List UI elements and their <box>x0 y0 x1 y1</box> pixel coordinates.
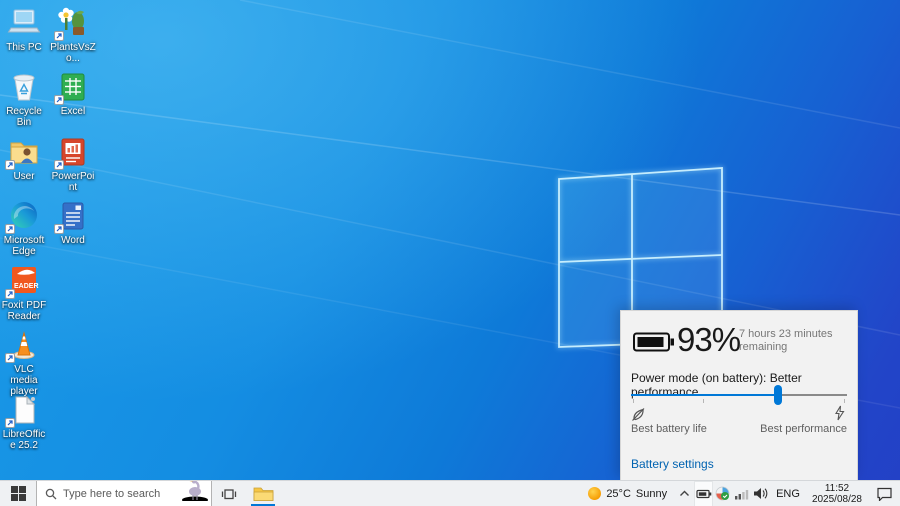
taskbar-search-box[interactable] <box>36 481 212 506</box>
desktop-icon-label: LibreOffice 25.2 <box>0 429 48 451</box>
shortcut-arrow-icon <box>54 95 64 105</box>
desktop-icon-excel[interactable]: Excel <box>49 70 97 117</box>
clock-date: 2025/08/28 <box>812 494 862 505</box>
desktop-icon-libreoffice[interactable]: LibreOffice 25.2 <box>0 393 48 451</box>
search-bird-graphic <box>181 481 209 506</box>
power-slider-handle[interactable] <box>774 385 782 405</box>
power-slider-fill <box>631 394 778 396</box>
task-view-icon <box>221 487 237 501</box>
desktop-icon-vlc[interactable]: VLC media player <box>0 328 48 397</box>
shortcut-arrow-icon <box>5 289 15 299</box>
network-icon <box>734 488 749 500</box>
this-pc-icon <box>7 6 41 40</box>
lightning-icon <box>834 405 845 424</box>
chevron-up-icon <box>679 490 690 497</box>
weather-condition: Sunny <box>636 488 667 500</box>
security-tray-button[interactable] <box>713 481 732 506</box>
desktop-icon-label: PowerPoint <box>49 171 97 193</box>
desktop: This PC PlantsVsZo... Recycle Bin Ex <box>0 0 900 506</box>
desktop-icon-label: User <box>0 171 48 182</box>
security-shield-icon <box>715 486 730 501</box>
desktop-icon-recycle-bin[interactable]: Recycle Bin <box>0 70 48 128</box>
file-explorer-icon <box>253 485 274 502</box>
desktop-icon-label: This PC <box>0 42 48 53</box>
battery-tray-button[interactable] <box>694 481 713 506</box>
system-tray: 25°C Sunny <box>580 481 900 506</box>
desktop-icon-label: Foxit PDF Reader <box>0 300 48 322</box>
recycle-bin-icon <box>7 70 41 104</box>
task-view-button[interactable] <box>212 481 246 506</box>
desktop-icon-user[interactable]: User <box>0 135 48 182</box>
taskbar-empty-area <box>280 481 580 506</box>
shortcut-arrow-icon <box>5 160 15 170</box>
svg-text:EADER: EADER <box>14 283 39 290</box>
action-center-button[interactable] <box>868 481 900 506</box>
tray-overflow-button[interactable] <box>675 481 694 506</box>
slider-tick <box>703 399 704 403</box>
slider-tick <box>844 399 845 403</box>
desktop-icon-label: PlantsVsZo... <box>49 42 97 64</box>
clock-time: 11:52 <box>825 483 849 494</box>
shortcut-arrow-icon <box>5 224 15 234</box>
battery-full-icon <box>633 331 675 356</box>
weather-sun-icon <box>588 487 601 500</box>
desktop-icon-powerpoint[interactable]: PowerPoint <box>49 135 97 193</box>
start-button[interactable] <box>0 481 36 506</box>
language-indicator[interactable]: ENG <box>770 481 806 506</box>
battery-percentage: 93% <box>677 321 740 359</box>
shortcut-arrow-icon <box>5 353 15 363</box>
shortcut-arrow-icon <box>54 160 64 170</box>
shortcut-arrow-icon <box>5 418 15 428</box>
start-icon <box>11 486 26 501</box>
action-center-icon <box>876 486 893 501</box>
battery-tray-icon <box>696 488 712 500</box>
taskbar-clock[interactable]: 11:52 2025/08/28 <box>806 481 868 506</box>
desktop-icon-foxit-pdf-reader[interactable]: EADER Foxit PDF Reader <box>0 264 48 322</box>
battery-flyout: 93% 7 hours 23 minutes remaining Power m… <box>620 310 858 480</box>
desktop-icon-label: Microsoft Edge <box>0 235 48 257</box>
shortcut-arrow-icon <box>54 31 64 41</box>
desktop-icon-label: Excel <box>49 106 97 117</box>
desktop-icon-microsoft-edge[interactable]: Microsoft Edge <box>0 199 48 257</box>
search-icon <box>45 488 57 500</box>
battery-remaining-text: 7 hours 23 minutes remaining <box>739 328 855 354</box>
best-performance-label: Best performance <box>760 423 847 435</box>
desktop-icon-word[interactable]: Word <box>49 199 97 246</box>
power-mode-slider[interactable] <box>631 394 847 396</box>
desktop-icon-this-pc[interactable]: This PC <box>0 6 48 53</box>
volume-tray-button[interactable] <box>751 481 770 506</box>
desktop-icon-plantsvszombies[interactable]: PlantsVsZo... <box>49 6 97 64</box>
weather-widget[interactable]: 25°C Sunny <box>580 481 675 506</box>
shortcut-arrow-icon <box>54 224 64 234</box>
slider-tick <box>633 399 634 403</box>
desktop-icon-label: Recycle Bin <box>0 106 48 128</box>
battery-settings-link[interactable]: Battery settings <box>631 457 714 471</box>
taskbar: 25°C Sunny <box>0 480 900 506</box>
best-battery-life-label: Best battery life <box>631 423 707 435</box>
network-tray-button[interactable] <box>732 481 751 506</box>
weather-temp: 25°C <box>606 488 631 500</box>
file-explorer-button[interactable] <box>246 481 280 506</box>
search-input[interactable] <box>63 488 173 500</box>
volume-icon <box>753 487 769 500</box>
desktop-icon-label: Word <box>49 235 97 246</box>
